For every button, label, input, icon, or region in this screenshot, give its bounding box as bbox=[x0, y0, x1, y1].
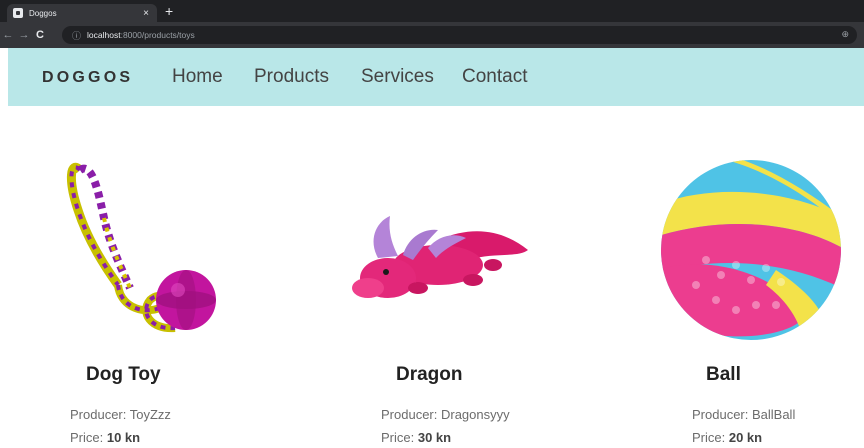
product-card[interactable]: Dog Toy Producer: ToyZzz Price: 10 kn bbox=[0, 140, 288, 448]
nav-home[interactable]: Home bbox=[172, 66, 223, 88]
new-tab-button[interactable]: + bbox=[165, 3, 173, 19]
address-bar[interactable]: ⓘ localhost:8000/products/toys ⊕ bbox=[62, 26, 857, 44]
browser-toolbar: ← → C ⓘ localhost:8000/products/toys ⊕ bbox=[0, 22, 864, 48]
price-value: 30 kn bbox=[417, 430, 452, 445]
brand-logo[interactable]: DOGGOS bbox=[42, 69, 133, 87]
product-price: Price: 30 kn bbox=[381, 430, 451, 445]
info-icon[interactable]: ⓘ bbox=[72, 29, 81, 42]
price-label: Price: bbox=[70, 430, 104, 445]
product-producer: Producer: BallBall bbox=[692, 407, 796, 422]
url-host: localhost bbox=[87, 30, 121, 40]
favicon-icon bbox=[13, 8, 23, 18]
reload-icon[interactable]: C bbox=[32, 29, 48, 41]
product-name[interactable]: Dog Toy bbox=[86, 364, 161, 386]
product-card[interactable]: Dragon Producer: Dragonsyyy Price: 30 kn bbox=[288, 140, 576, 448]
product-price: Price: 20 kn bbox=[692, 430, 762, 445]
back-icon[interactable]: ← bbox=[0, 29, 16, 41]
browser-tab[interactable]: Doggos × bbox=[7, 4, 157, 22]
site-navbar: DOGGOS Home Products Services Contact bbox=[8, 48, 864, 106]
product-name[interactable]: Ball bbox=[706, 364, 741, 386]
forward-icon[interactable]: → bbox=[16, 29, 32, 41]
product-producer: Producer: Dragonsyyy bbox=[381, 407, 510, 422]
product-card[interactable]: Ball Producer: BallBall Price: 20 kn bbox=[576, 140, 864, 448]
rope-toy-image bbox=[66, 163, 216, 333]
dragon-toy-image bbox=[352, 216, 528, 298]
nav-products[interactable]: Products bbox=[254, 66, 329, 88]
product-price: Price: 10 kn bbox=[70, 430, 140, 445]
ball-toy-image bbox=[661, 160, 841, 340]
browser-tabstrip: Doggos × + bbox=[0, 0, 864, 22]
url-path: :8000/products/toys bbox=[120, 30, 195, 40]
close-tab-icon[interactable]: × bbox=[141, 8, 151, 19]
nav-services[interactable]: Services bbox=[361, 66, 434, 88]
tab-title: Doggos bbox=[29, 8, 57, 18]
zoom-icon[interactable]: ⊕ bbox=[841, 29, 849, 40]
product-name[interactable]: Dragon bbox=[396, 364, 463, 386]
price-label: Price: bbox=[381, 430, 415, 445]
price-value: 10 kn bbox=[106, 430, 141, 445]
price-value: 20 kn bbox=[728, 430, 763, 445]
nav-contact[interactable]: Contact bbox=[462, 66, 527, 88]
price-label: Price: bbox=[692, 430, 726, 445]
product-producer: Producer: ToyZzz bbox=[70, 407, 171, 422]
